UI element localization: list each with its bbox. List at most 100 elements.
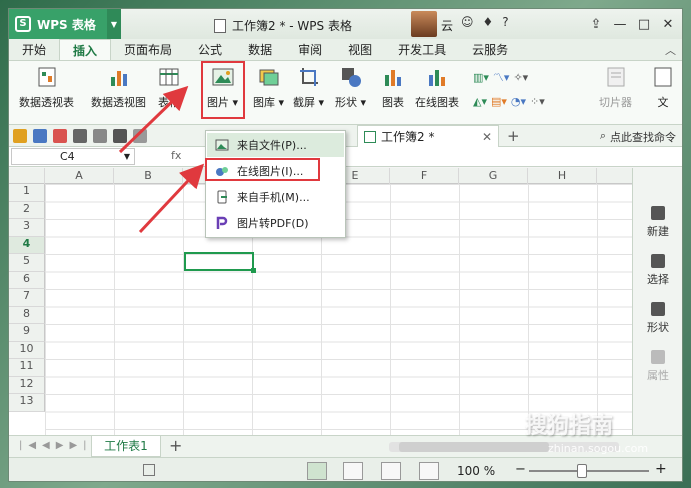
calendar-icon[interactable]: [143, 464, 155, 476]
user-name[interactable]: 云: [441, 17, 453, 34]
sheet-nav-arrows[interactable]: |◀◀▶▶|: [19, 440, 93, 451]
tab-home[interactable]: 开始: [9, 39, 59, 60]
name-box[interactable]: C4 ▼: [11, 148, 135, 165]
row-header[interactable]: 2: [9, 201, 45, 219]
row-header[interactable]: 13: [9, 394, 45, 412]
shapes-button[interactable]: 形状 ▾: [335, 65, 366, 110]
tab-formulas[interactable]: 公式: [185, 39, 235, 60]
normal-view-button[interactable]: [307, 462, 327, 480]
side-select-button[interactable]: 选择: [633, 254, 682, 287]
other-chart-icon[interactable]: ⁘▾: [530, 95, 545, 108]
selected-cell[interactable]: [184, 252, 256, 273]
row-header[interactable]: 8: [9, 306, 45, 324]
row-header[interactable]: 6: [9, 271, 45, 289]
title-bar: S WPS 表格 ▼ 工作簿2 * - WPS 表格 云 ☺ ♦ ? ⇪ — □…: [9, 9, 682, 39]
pivot-chart-button[interactable]: 数据透视图: [91, 65, 146, 110]
status-bar: 100 % − +: [9, 457, 682, 481]
shirt-icon[interactable]: ♦: [483, 15, 494, 29]
new-tab-button[interactable]: +: [507, 127, 520, 145]
tab-developer[interactable]: 开发工具: [385, 39, 459, 60]
save-icon[interactable]: [33, 128, 47, 143]
page-break-view-button[interactable]: [343, 462, 363, 480]
tab-cloud[interactable]: 云服务: [459, 39, 521, 60]
library-button[interactable]: 图库 ▾: [253, 65, 284, 110]
row-header[interactable]: 10: [9, 341, 45, 359]
zoom-level[interactable]: 100 %: [457, 464, 495, 478]
tab-review[interactable]: 审阅: [285, 39, 335, 60]
pivot-chart-label: 数据透视图: [91, 96, 146, 109]
upload-icon[interactable]: ⇪: [584, 13, 608, 35]
bar-chart-icon[interactable]: ▤▾: [491, 95, 507, 108]
column-header-g[interactable]: G: [459, 168, 528, 184]
document-tab[interactable]: 工作簿2 * ✕: [357, 125, 499, 147]
pivot-table-button[interactable]: 数据透视表: [19, 65, 74, 110]
close-tab-icon[interactable]: ✕: [482, 130, 492, 144]
column-header-a[interactable]: A: [45, 168, 114, 184]
menu-item-picture-to-pdf[interactable]: 图片转PDF(D): [207, 211, 344, 235]
sheet-tab[interactable]: 工作表1: [91, 436, 161, 457]
reading-mode-button[interactable]: [381, 462, 401, 480]
app-menu-button[interactable]: S WPS 表格 ▼: [9, 9, 121, 39]
print-icon[interactable]: [73, 128, 87, 143]
zoom-out-button[interactable]: −: [515, 462, 526, 477]
area-chart-icon[interactable]: ◭▾: [473, 95, 487, 108]
row-header[interactable]: 5: [9, 254, 45, 272]
scrollbar-thumb[interactable]: [399, 442, 549, 452]
slicer-button[interactable]: 切片器: [599, 65, 632, 110]
open-folder-icon[interactable]: [13, 128, 27, 143]
eye-protection-button[interactable]: [419, 462, 439, 480]
column-header-h[interactable]: H: [528, 168, 597, 184]
row-header[interactable]: 12: [9, 376, 45, 394]
library-icon: [259, 69, 279, 86]
redo-icon[interactable]: [133, 128, 147, 143]
picture-highlight: [201, 61, 245, 119]
skin-icon[interactable]: ☺: [461, 15, 474, 29]
side-shapes-button[interactable]: 形状: [633, 302, 682, 335]
tab-data[interactable]: 数据: [235, 39, 285, 60]
menu-item-from-phone[interactable]: 来自手机(M)...: [207, 185, 344, 209]
chevron-down-icon[interactable]: ▼: [107, 9, 121, 39]
row-header[interactable]: 7: [9, 289, 45, 307]
side-new-button[interactable]: 新建: [633, 206, 682, 239]
minimize-button[interactable]: —: [608, 13, 632, 35]
tab-view[interactable]: 视图: [335, 39, 385, 60]
line-chart-icon[interactable]: 〽▾: [493, 69, 510, 85]
export-pdf-icon[interactable]: [53, 128, 67, 143]
row-header[interactable]: 3: [9, 219, 45, 237]
pie-chart-icon[interactable]: ◔▾: [511, 95, 526, 108]
zoom-slider[interactable]: [529, 470, 649, 472]
fx-icon[interactable]: fx: [171, 149, 181, 162]
library-label: 图库 ▾: [253, 96, 285, 109]
print-preview-icon[interactable]: [93, 128, 107, 143]
select-all-corner[interactable]: [9, 168, 45, 184]
select-icon: [651, 254, 665, 268]
chevron-up-icon[interactable]: ︿: [665, 42, 676, 58]
column-chart-icon[interactable]: ▥▾: [473, 71, 489, 84]
row-header[interactable]: 4: [9, 236, 45, 254]
close-button[interactable]: ✕: [656, 13, 680, 35]
row-header[interactable]: 9: [9, 324, 45, 342]
avatar[interactable]: [411, 11, 437, 37]
help-icon[interactable]: ?: [502, 15, 508, 29]
chevron-down-icon[interactable]: ▼: [124, 149, 130, 164]
text-button[interactable]: 文: [651, 65, 675, 110]
add-sheet-button[interactable]: +: [169, 436, 182, 455]
row-header[interactable]: 11: [9, 359, 45, 377]
maximize-button[interactable]: □: [632, 13, 656, 35]
column-header-f[interactable]: F: [390, 168, 459, 184]
zoom-slider-handle[interactable]: [577, 464, 587, 478]
menu-item-from-file[interactable]: 来自文件(P)...: [207, 133, 344, 157]
zoom-in-button[interactable]: +: [655, 461, 667, 477]
scatter-chart-icon[interactable]: ✧▾: [513, 71, 528, 84]
column-header-b[interactable]: B: [114, 168, 183, 184]
command-search[interactable]: ⌕ 点此查找命令: [600, 129, 676, 145]
undo-icon[interactable]: [113, 128, 127, 143]
screenshot-button[interactable]: 截屏 ▾: [293, 65, 324, 110]
chart-button[interactable]: 图表: [381, 65, 405, 110]
tab-insert[interactable]: 插入: [59, 39, 112, 60]
tab-page-layout[interactable]: 页面布局: [111, 39, 185, 60]
side-properties-button[interactable]: 属性: [633, 350, 682, 383]
row-header[interactable]: 1: [9, 184, 45, 202]
online-chart-button[interactable]: 在线图表: [415, 65, 459, 110]
table-button[interactable]: 表格: [157, 65, 181, 110]
